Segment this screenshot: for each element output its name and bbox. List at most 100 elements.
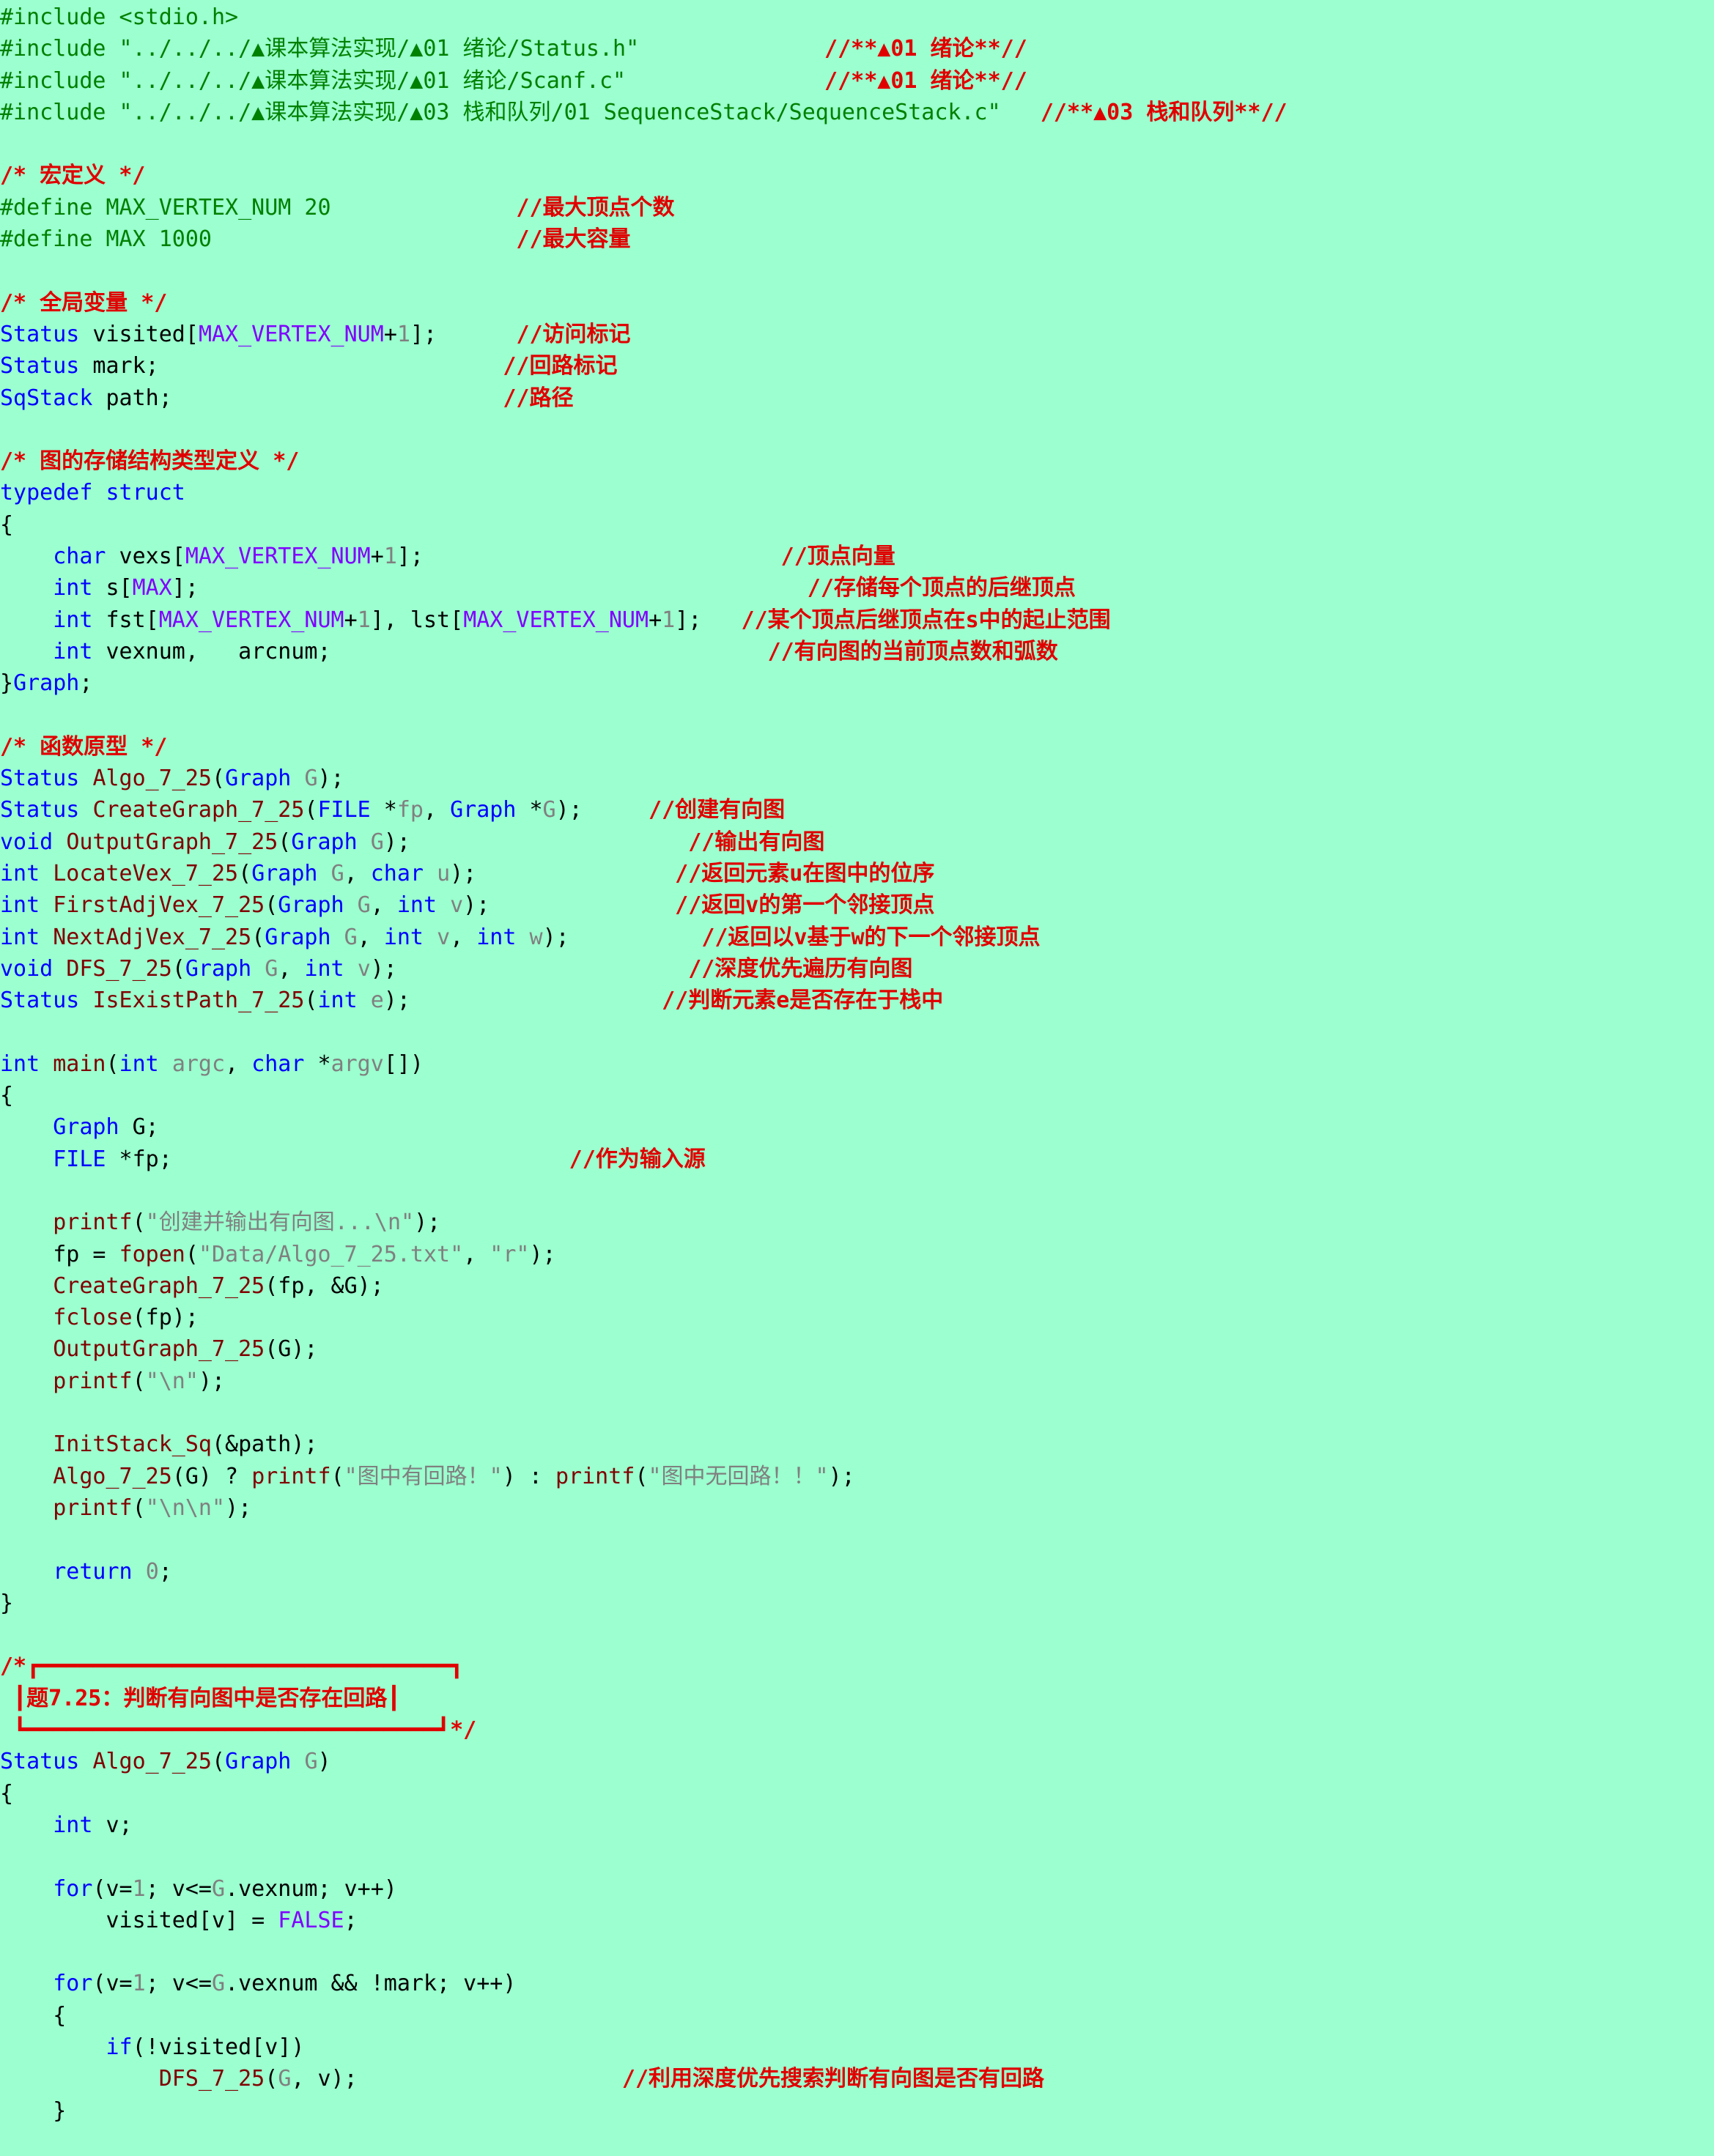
keyword-token: int (0, 892, 40, 919)
code-text: ( (171, 955, 185, 982)
code-line[interactable]: { (0, 1778, 1714, 1809)
code-line[interactable]: return 0; (0, 1556, 1714, 1588)
code-line[interactable]: ┃题7.25：判断有向图中是否存在回路┃ (0, 1683, 1714, 1714)
code-line[interactable]: typedef struct (0, 477, 1714, 508)
code-text: G; (119, 1114, 159, 1141)
code-line[interactable]: for(v=1; v<=G.vexnum && !mark; v++) (0, 1968, 1714, 1999)
code-line[interactable]: Graph G; (0, 1111, 1714, 1143)
code-line[interactable]: ​ (0, 414, 1714, 445)
code-line[interactable]: for(v=1; v<=G.vexnum; v++) (0, 1873, 1714, 1905)
code-text: ); (529, 1241, 556, 1267)
code-line[interactable]: printf("创建并输出有向图...\n"); (0, 1207, 1714, 1238)
macro-token: FALSE (278, 1907, 344, 1933)
code-line[interactable]: }Graph; (0, 667, 1714, 699)
code-line[interactable]: ​ (0, 128, 1714, 160)
code-line[interactable]: ┗━━━━━━━━━━━━━━━━━━━━━━━━━━━━━━━┛*/ (0, 1714, 1714, 1746)
code-line[interactable]: int NextAdjVex_7_25(Graph G, int v, int … (0, 922, 1714, 953)
code-line[interactable]: void DFS_7_25(Graph G, int v); //深度优先遍历有… (0, 953, 1714, 985)
code-editor[interactable]: #include <stdio.h> #include "../../../▲课本… (0, 1, 1714, 2127)
comment-token: //作为输入源 (569, 1146, 706, 1172)
code-line[interactable]: ​ (0, 1524, 1714, 1555)
parameter-token: G (357, 892, 371, 919)
code-line[interactable]: ​ (0, 1397, 1714, 1429)
code-line[interactable]: int v; (0, 1809, 1714, 1841)
code-line[interactable]: } (0, 1588, 1714, 1619)
code-line[interactable]: char vexs[MAX_VERTEX_NUM+1]; //顶点向量 (0, 541, 1714, 572)
code-line[interactable]: InitStack_Sq(&path); (0, 1429, 1714, 1460)
code-line[interactable]: Status IsExistPath_7_25(int e); //判断元素e是… (0, 985, 1714, 1016)
code-line[interactable]: { (0, 1080, 1714, 1111)
code-text: ); (450, 861, 676, 887)
code-line[interactable]: SqStack path; //路径 (0, 382, 1714, 414)
code-line[interactable]: /*┏━━━━━━━━━━━━━━━━━━━━━━━━━━━━━━━┓ (0, 1651, 1714, 1682)
code-line[interactable]: int s[MAX]; //存储每个顶点的后继顶点 (0, 572, 1714, 604)
code-line[interactable]: OutputGraph_7_25(G); (0, 1333, 1714, 1365)
code-line[interactable]: #define MAX_VERTEX_NUM 20 //最大顶点个数 (0, 192, 1714, 223)
code-text: ); (383, 988, 662, 1014)
code-line[interactable]: Status mark; //回路标记 (0, 350, 1714, 382)
function-name-token: printf (251, 1463, 331, 1489)
parameter-token: v (357, 955, 371, 982)
code-text: mark; (79, 353, 503, 379)
number-literal: 1 (662, 607, 676, 633)
code-line[interactable]: /* 图的存储结构类型定义 */ (0, 445, 1714, 477)
code-line[interactable]: Status visited[MAX_VERTEX_NUM+1]; //访问标记 (0, 319, 1714, 350)
code-line[interactable]: CreateGraph_7_25(fp, &G); (0, 1270, 1714, 1302)
code-line[interactable]: /* 宏定义 */ (0, 160, 1714, 191)
type-token: Status (0, 766, 80, 792)
code-line[interactable]: int FirstAdjVex_7_25(Graph G, int v); //… (0, 889, 1714, 921)
code-line[interactable]: visited[v] = FALSE; (0, 1905, 1714, 1936)
code-line[interactable]: Status Algo_7_25(Graph G); (0, 763, 1714, 794)
code-line[interactable]: #include <stdio.h> (0, 1, 1714, 33)
parameter-token: G (278, 2066, 292, 2092)
code-line[interactable]: ​ (0, 1175, 1714, 1207)
code-line[interactable]: printf("\n"); (0, 1366, 1714, 1397)
code-line[interactable]: int fst[MAX_VERTEX_NUM+1], lst[MAX_VERTE… (0, 604, 1714, 636)
function-name-token: printf (53, 1494, 133, 1521)
code-text: ( (304, 797, 318, 823)
code-line[interactable]: #include "../../../▲课本算法实现/▲03 栈和队列/01 S… (0, 97, 1714, 128)
code-line[interactable]: ​ (0, 1936, 1714, 1968)
code-line[interactable]: FILE *fp; //作为输入源 (0, 1144, 1714, 1175)
code-line[interactable]: /* 全局变量 */ (0, 287, 1714, 319)
code-line[interactable]: ​ (0, 1017, 1714, 1048)
code-line[interactable]: ​ (0, 700, 1714, 731)
code-line[interactable]: #define MAX 1000 //最大容量 (0, 223, 1714, 255)
macro-token: MAX_VERTEX_NUM (158, 607, 344, 633)
code-line[interactable]: #include "../../../▲课本算法实现/▲01 绪论/Status… (0, 33, 1714, 64)
function-name-token: fclose (53, 1305, 133, 1331)
code-line[interactable]: ​ (0, 1841, 1714, 1872)
code-text: , (357, 924, 384, 950)
code-line[interactable]: int vexnum, arcnum; //有向图的当前顶点数和弧数 (0, 636, 1714, 667)
code-line[interactable]: { (0, 509, 1714, 541)
code-text: , (225, 1051, 252, 1077)
code-line[interactable]: fp = fopen("Data/Algo_7_25.txt", "r"); (0, 1239, 1714, 1270)
code-line[interactable]: Status Algo_7_25(Graph G) (0, 1746, 1714, 1777)
preprocessor-token: #include "../../../▲课本算法实现/▲01 绪论/Scanf.… (0, 67, 627, 94)
code-line[interactable]: Algo_7_25(G) ? printf("图中有回路！") : printf… (0, 1461, 1714, 1492)
keyword-token: return (53, 1558, 133, 1585)
code-line[interactable]: int main(int argc, char *argv[]) (0, 1048, 1714, 1080)
type-token: SqStack (0, 385, 93, 411)
code-line[interactable]: fclose(fp); (0, 1302, 1714, 1333)
code-line[interactable]: if(!visited[v]) (0, 2031, 1714, 2063)
code-line[interactable]: printf("\n\n"); (0, 1492, 1714, 1524)
comment-token: //**▲01 绪论**// (824, 36, 1027, 62)
code-text: ) (317, 1749, 331, 1775)
code-line[interactable]: DFS_7_25(G, v); //利用深度优先搜索判断有向图是否有回路 (0, 2063, 1714, 2094)
code-line[interactable]: Status CreateGraph_7_25(FILE *fp, Graph … (0, 794, 1714, 826)
comment-token: //有向图的当前顶点数和弧数 (767, 638, 1058, 664)
code-line[interactable]: } (0, 2095, 1714, 2127)
code-line[interactable]: { (0, 2000, 1714, 2031)
function-name-token: NextAdjVex_7_25 (53, 924, 252, 950)
code-line[interactable]: ​ (0, 255, 1714, 286)
code-line[interactable]: /* 函数原型 */ (0, 731, 1714, 763)
code-line[interactable]: void OutputGraph_7_25(Graph G); //输出有向图 (0, 826, 1714, 858)
code-line[interactable]: ​ (0, 1619, 1714, 1651)
code-line[interactable]: int LocateVex_7_25(Graph G, char u); //返… (0, 858, 1714, 889)
code-line[interactable]: #include "../../../▲课本算法实现/▲01 绪论/Scanf.… (0, 65, 1714, 97)
